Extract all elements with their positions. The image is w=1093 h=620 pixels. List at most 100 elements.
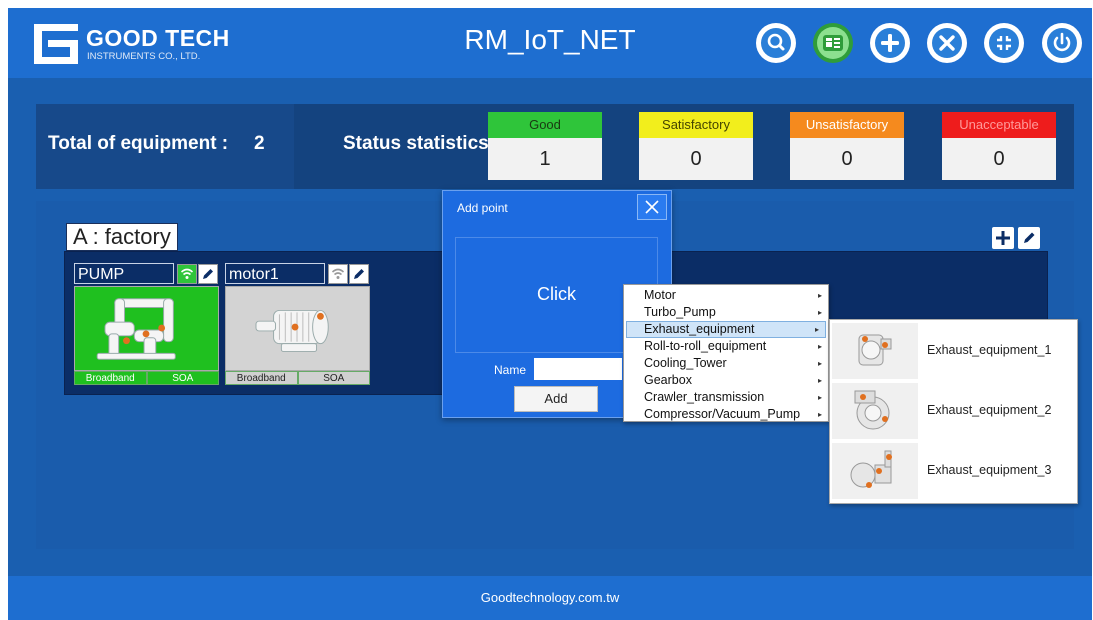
submenu-thumbnail: [832, 383, 918, 439]
submenu-arrow-icon: ▸: [817, 376, 822, 385]
status-satisfactory-label: Satisfactory: [639, 112, 753, 138]
collapse-button[interactable]: [984, 23, 1024, 63]
status-unacceptable-box: Unacceptable 0: [942, 112, 1056, 180]
submenu-thumbnail: [832, 323, 918, 379]
status-good-count: 1: [488, 138, 602, 180]
footer-website: Goodtechnology.com.tw: [480, 590, 620, 605]
submenu-arrow-icon: ▸: [817, 308, 822, 317]
menu-item-label: Roll-to-roll_equipment: [644, 339, 767, 353]
submenu-item-label: Exhaust_equipment_2: [927, 403, 1052, 417]
search-icon: [761, 28, 791, 58]
equipment-type-menu: Motor ▸ Turbo_Pump ▸ Exhaust_equipment ▸ Ro…: [623, 284, 829, 422]
menu-item-label: Turbo_Pump: [644, 305, 716, 319]
power-button[interactable]: [1042, 23, 1082, 63]
exhaust-equipment-submenu: Exhaust_equipment_1 Exhaust_equipment_2: [829, 319, 1078, 504]
total-equipment-box: Total of equipment : 2: [36, 104, 294, 189]
tools-icon: [932, 28, 962, 58]
status-good-label: Good: [488, 112, 602, 138]
add-equipment-button[interactable]: [992, 227, 1014, 249]
plus-icon: [996, 231, 1010, 245]
exhaust-fan-icon: [854, 390, 890, 430]
menu-item-motor[interactable]: Motor ▸: [624, 287, 828, 304]
pencil-icon: [354, 269, 364, 279]
menu-item-compressor-vacuum-pump[interactable]: Compressor/Vacuum_Pump ▸: [624, 406, 828, 423]
exhaust-fan-icon: [850, 450, 892, 488]
card-header: PUMP: [73, 263, 220, 285]
collapse-icon: [989, 28, 1019, 58]
card-footer-broadband: Broadband: [225, 371, 298, 385]
total-equipment-label: Total of equipment :: [48, 133, 229, 154]
submenu-arrow-icon: ▸: [817, 359, 822, 368]
edit-factory-button[interactable]: [1018, 227, 1040, 249]
add-button[interactable]: [870, 23, 910, 63]
status-unsatisfactory-count: 0: [790, 138, 904, 180]
submenu-item-label: Exhaust_equipment_3: [927, 463, 1052, 477]
footer-bar: Goodtechnology.com.tw: [8, 576, 1092, 620]
submenu-arrow-icon: ▸: [817, 410, 822, 419]
submenu-arrow-icon: ▸: [817, 393, 822, 402]
plus-icon: [875, 28, 905, 58]
pencil-icon: [203, 269, 213, 279]
equipment-card-pump[interactable]: PUMP Broadband SOA: [73, 263, 220, 385]
wifi-status-button[interactable]: [177, 264, 197, 284]
submenu-item-exhaust-equipment-3[interactable]: Exhaust_equipment_3: [830, 441, 1077, 501]
close-icon: [645, 200, 659, 214]
status-good-box: Good 1: [488, 112, 602, 180]
total-equipment-value: 2: [254, 133, 265, 154]
submenu-item-exhaust-equipment-1[interactable]: Exhaust_equipment_1: [830, 321, 1077, 381]
menu-item-label: Cooling_Tower: [644, 356, 727, 370]
pencil-icon: [1024, 232, 1035, 243]
equipment-name: PUMP: [74, 263, 174, 284]
dialog-title: Add point: [457, 201, 508, 215]
status-unacceptable-label: Unacceptable: [942, 112, 1056, 138]
submenu-thumbnail: [832, 443, 918, 499]
submenu-item-exhaust-equipment-2[interactable]: Exhaust_equipment_2: [830, 381, 1077, 441]
menu-item-turbo-pump[interactable]: Turbo_Pump ▸: [624, 304, 828, 321]
close-button[interactable]: [637, 194, 667, 220]
card-footer-soa: SOA: [297, 371, 370, 385]
contact-card-icon: [823, 35, 843, 51]
name-input[interactable]: [534, 358, 622, 380]
status-panel: Total of equipment : 2 Status statistics…: [36, 104, 1074, 189]
menu-item-exhaust-equipment[interactable]: Exhaust_equipment ▸: [626, 321, 826, 338]
submenu-item-label: Exhaust_equipment_1: [927, 343, 1052, 357]
menu-item-label: Crawler_transmission: [644, 390, 765, 404]
card-footer: Broadband SOA: [74, 371, 219, 385]
motor-image-icon: [255, 309, 329, 352]
submenu-arrow-icon: ▸: [814, 325, 819, 334]
menu-item-cooling-tower[interactable]: Cooling_Tower ▸: [624, 355, 828, 372]
card-footer-soa: SOA: [146, 371, 219, 385]
search-button[interactable]: [756, 23, 796, 63]
wifi-icon: [180, 268, 194, 279]
status-satisfactory-count: 0: [639, 138, 753, 180]
equipment-name: motor1: [225, 263, 325, 284]
menu-item-label: Gearbox: [644, 373, 692, 387]
name-label: Name: [494, 363, 527, 377]
submenu-arrow-icon: ▸: [817, 291, 822, 300]
card-header: motor1: [224, 263, 371, 285]
edit-equipment-button[interactable]: [198, 264, 218, 284]
status-statistics-label: Status statistics: [343, 133, 489, 154]
pump-image-icon: [96, 298, 176, 360]
status-unacceptable-count: 0: [942, 138, 1056, 180]
wifi-icon: [331, 268, 345, 279]
tools-button[interactable]: [927, 23, 967, 63]
card-footer: Broadband SOA: [225, 371, 370, 385]
contacts-button[interactable]: [813, 23, 853, 63]
equipment-image: [74, 286, 219, 371]
status-unsatisfactory-box: Unsatisfactory 0: [790, 112, 904, 180]
app-window: GOOD TECH INSTRUMENTS CO., LTD. RM_IoT_N…: [8, 8, 1092, 620]
add-button[interactable]: Add: [514, 386, 598, 412]
menu-item-crawler-transmission[interactable]: Crawler_transmission ▸: [624, 389, 828, 406]
header-bar: GOOD TECH INSTRUMENTS CO., LTD. RM_IoT_N…: [8, 8, 1092, 78]
edit-equipment-button[interactable]: [349, 264, 369, 284]
wifi-status-button[interactable]: [328, 264, 348, 284]
menu-item-roll-to-roll-equipment[interactable]: Roll-to-roll_equipment ▸: [624, 338, 828, 355]
status-satisfactory-box: Satisfactory 0: [639, 112, 753, 180]
equipment-card-motor1[interactable]: motor1 Broadband SOA: [224, 263, 371, 385]
menu-item-label: Exhaust_equipment: [644, 322, 755, 336]
submenu-arrow-icon: ▸: [817, 342, 822, 351]
exhaust-fan-icon: [858, 334, 892, 366]
menu-item-label: Compressor/Vacuum_Pump: [644, 407, 801, 421]
menu-item-gearbox[interactable]: Gearbox ▸: [624, 372, 828, 389]
